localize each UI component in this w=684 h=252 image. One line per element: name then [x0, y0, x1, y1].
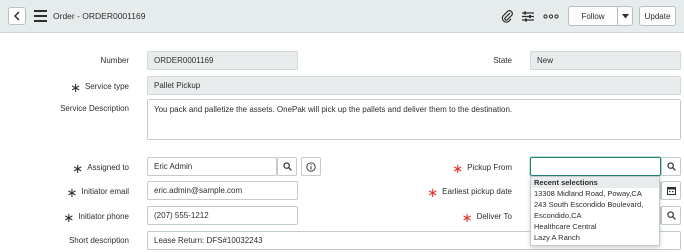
pickup-from-search-button[interactable] [661, 157, 681, 176]
recent-selection-item[interactable]: Lazy A Ranch [531, 232, 659, 243]
settings-sliders-icon[interactable] [520, 8, 536, 24]
required-indicator: ∗ [66, 185, 78, 200]
recent-selection-item[interactable]: Healthcare Central [531, 221, 659, 232]
number-field: ORDER0001169 [147, 51, 298, 70]
recent-selection-item[interactable]: Escondido,CA [531, 210, 659, 221]
service-description-field[interactable]: You pack and palletize the assets. OnePa… [147, 99, 681, 140]
deliver-to-search-button[interactable] [661, 206, 681, 225]
menu-icon[interactable] [34, 10, 47, 22]
recent-selection-item[interactable]: 13308 Midland Road, Poway,CA [531, 188, 659, 199]
service-type-field: Pallet Pickup [147, 76, 681, 95]
initiator-email-input[interactable]: eric.admin@sample.com [147, 181, 298, 200]
assigned-to-search-button[interactable] [277, 157, 297, 176]
initiator-email-label: ∗ Initiator email [66, 185, 129, 200]
update-button[interactable]: Update [639, 6, 676, 26]
assigned-to-input[interactable]: Eric Admin [147, 157, 277, 176]
follow-button[interactable]: Follow [568, 6, 617, 26]
search-icon [282, 162, 292, 171]
assigned-to-info-button[interactable] [301, 157, 321, 176]
caret-down-icon [621, 13, 629, 18]
recent-selections-dropdown: Recent selections 13308 Midland Road, Po… [530, 176, 660, 246]
number-label: Number [100, 56, 129, 65]
recent-selection-item[interactable]: 243 South Escondido Boulevard, [531, 199, 659, 210]
required-indicator: ∗ [461, 210, 473, 225]
more-options-icon[interactable] [542, 8, 560, 24]
service-type-label: ∗ Service type [70, 80, 129, 95]
earliest-pickup-date-label: ∗ Earliest pickup date [427, 185, 512, 200]
search-icon [666, 162, 676, 171]
state-label: State [493, 56, 512, 65]
required-indicator: ∗ [70, 80, 81, 95]
required-indicator: ∗ [63, 210, 75, 225]
chevron-left-icon [13, 11, 20, 21]
calendar-button[interactable] [661, 181, 681, 200]
form-header: Order - ORDER0001169 Follow Update [0, 0, 684, 33]
attachment-icon[interactable] [499, 8, 515, 24]
state-field: New [530, 51, 681, 70]
assigned-to-label: ∗ Assigned to [72, 161, 129, 176]
deliver-to-label: ∗ Deliver To [461, 210, 512, 225]
required-indicator: ∗ [452, 161, 464, 176]
form-title: Order - ORDER0001169 [53, 11, 146, 21]
calendar-icon [666, 187, 676, 195]
info-icon [306, 161, 316, 172]
pickup-from-label: ∗ Pickup From [452, 161, 512, 176]
short-description-label: Short description [68, 236, 129, 245]
service-description-label: Service Description [60, 104, 129, 113]
initiator-phone-label: ∗ Initiator phone [63, 210, 129, 225]
back-button[interactable] [8, 7, 26, 25]
follow-dropdown-button[interactable] [617, 6, 633, 26]
recent-selections-header: Recent selections [531, 177, 659, 188]
required-indicator: ∗ [72, 161, 84, 176]
pickup-from-input[interactable] [530, 157, 661, 176]
required-indicator: ∗ [427, 185, 439, 200]
initiator-phone-input[interactable]: (207) 555-1212 [147, 206, 298, 225]
search-icon [666, 211, 676, 220]
